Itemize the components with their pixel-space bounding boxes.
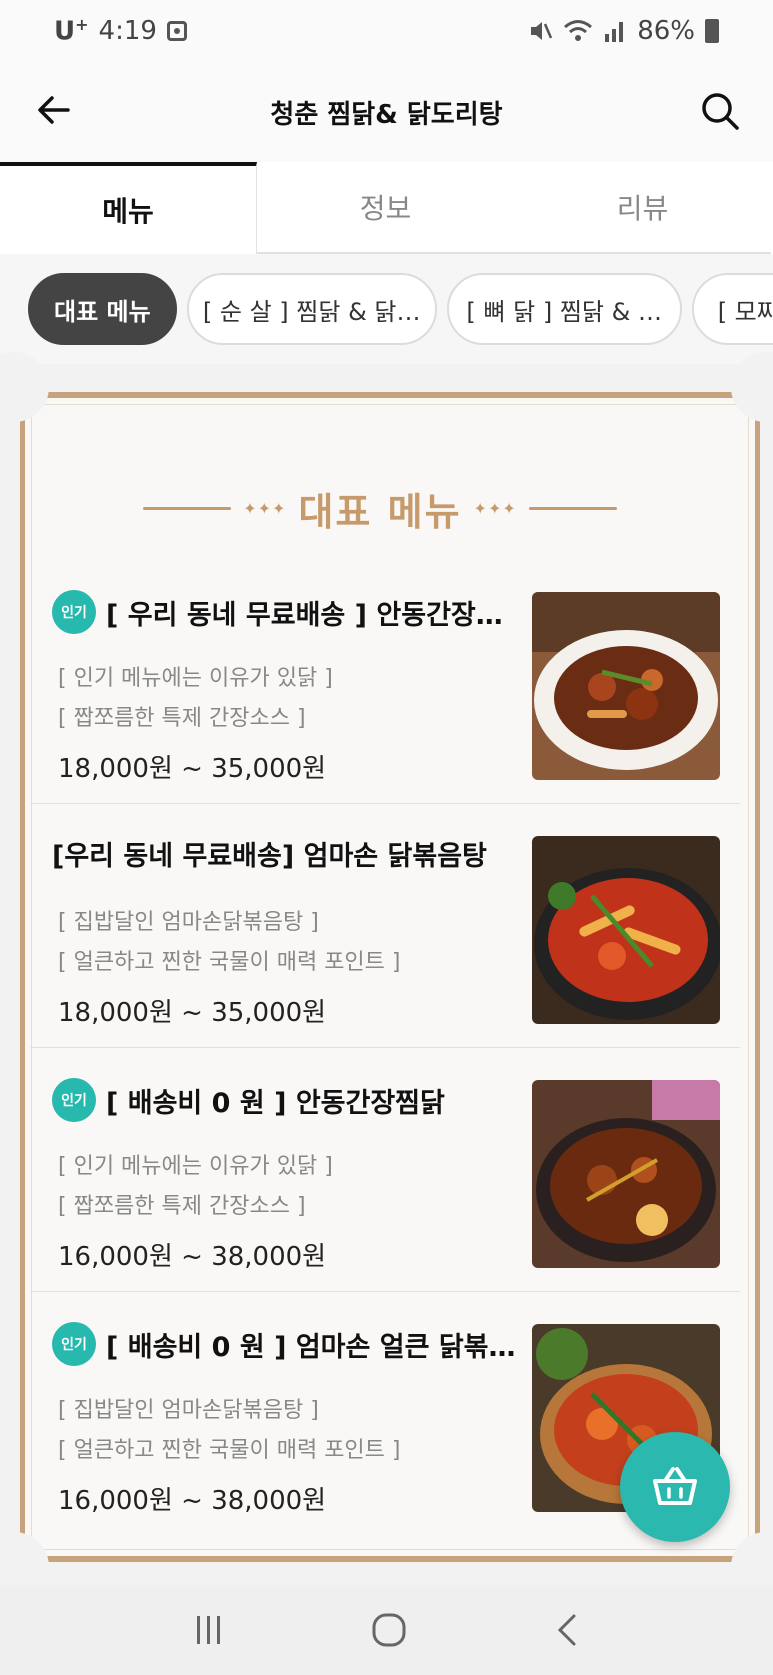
menu-item[interactable]: [우리 동네 무료배송] 엄마손 닭볶음탕 [ 집밥달인 엄마손닭볶음탕 ] […	[30, 804, 740, 1048]
item-description: [ 인기 메뉴에는 이유가 있닭 ]	[58, 666, 333, 691]
item-name: [우리 동네 무료배송] 엄마손 닭볶음탕	[52, 841, 487, 872]
ornament-line	[143, 506, 232, 510]
status-left: U+ 4:19	[54, 15, 187, 47]
app-bar: 청춘 찜닭& 닭도리탕	[0, 62, 773, 162]
recent-apps-icon[interactable]	[191, 1612, 227, 1648]
section-header: ✦✦✦ 대표 메뉴 ✦✦✦	[120, 478, 640, 538]
chip-mozzarella[interactable]: [ 모짜	[691, 273, 773, 345]
item-name: 인기 [ 배송비 0 원 ] 안동간장찜닭	[52, 1078, 522, 1122]
status-right: 86%	[527, 16, 719, 46]
wifi-icon	[564, 20, 593, 41]
item-description: [ 집밥달인 엄마손닭볶음탕 ]	[58, 1398, 319, 1423]
status-time: 4:19	[98, 16, 157, 46]
food-image	[532, 836, 720, 1024]
category-chips: 대표 메뉴 [ 순 살 ] 찜닭 & 닭… [ 뼈 닭 ] 찜닭 & … [ 모…	[0, 254, 773, 364]
basket-icon	[653, 1467, 697, 1505]
status-bar: U+ 4:19 86%	[0, 0, 773, 62]
tab-info[interactable]: 정보	[257, 162, 514, 254]
menu-item[interactable]: 인기 [ 우리 동네 무료배송 ] 안동간장찜닭 [ 인기 메뉴에는 이유가 있…	[30, 560, 740, 804]
ornament-dots: ✦✦✦	[243, 498, 287, 518]
item-description: [ 얼큰하고 찐한 국물이 매력 포인트 ]	[58, 1438, 401, 1463]
item-description: [ 인기 메뉴에는 이유가 있닭 ]	[58, 1154, 333, 1179]
notification-icon	[166, 21, 187, 41]
chip-boneless[interactable]: [ 순 살 ] 찜닭 & 닭…	[186, 273, 437, 345]
nav-back-icon[interactable]	[552, 1612, 582, 1648]
item-price: 18,000원 ~ 35,000원	[58, 998, 327, 1028]
item-description: [ 짭쪼름한 특제 간장소스 ]	[58, 1194, 306, 1219]
popular-badge: 인기	[52, 1078, 96, 1122]
popular-badge: 인기	[52, 590, 96, 634]
back-arrow-icon[interactable]	[34, 90, 74, 130]
item-description: [ 집밥달인 엄마손닭볶음탕 ]	[58, 910, 319, 935]
ornament-line	[528, 506, 617, 510]
carrier-label: U+	[54, 15, 89, 47]
food-image	[532, 1080, 720, 1268]
tab-bar: 메뉴 정보 리뷰	[0, 162, 773, 254]
battery-icon	[705, 19, 719, 43]
ornament-dots: ✦✦✦	[473, 498, 517, 518]
home-icon[interactable]	[369, 1610, 409, 1650]
item-price: 18,000원 ~ 35,000원	[58, 754, 327, 784]
signal-icon	[605, 22, 624, 42]
mute-icon	[531, 22, 553, 40]
chip-signature-menu[interactable]: 대표 메뉴	[28, 273, 177, 345]
item-price: 16,000원 ~ 38,000원	[58, 1242, 327, 1272]
food-image	[532, 592, 720, 780]
menu-item[interactable]: 인기 [ 배송비 0 원 ] 안동간장찜닭 [ 인기 메뉴에는 이유가 있닭 ]…	[30, 1048, 740, 1292]
section-title: 대표 메뉴	[298, 489, 462, 534]
item-name: 인기 [ 배송비 0 원 ] 엄마손 얼큰 닭볶음탕	[52, 1322, 522, 1366]
item-description: [ 짭쪼름한 특제 간장소스 ]	[58, 706, 306, 731]
battery-percent: 86%	[637, 16, 695, 46]
tab-reviews[interactable]: 리뷰	[514, 162, 771, 254]
system-nav-bar	[0, 1585, 773, 1675]
store-title: 청춘 찜닭& 닭도리탕	[270, 99, 503, 130]
item-description: [ 얼큰하고 찐한 국물이 매력 포인트 ]	[58, 950, 401, 975]
chip-bone-in[interactable]: [ 뼈 닭 ] 찜닭 & …	[446, 273, 682, 345]
tab-menu[interactable]: 메뉴	[0, 162, 257, 254]
item-price: 16,000원 ~ 38,000원	[58, 1486, 327, 1516]
cart-button[interactable]	[620, 1432, 730, 1542]
popular-badge: 인기	[52, 1322, 96, 1366]
search-icon[interactable]	[699, 90, 741, 132]
item-name: 인기 [ 우리 동네 무료배송 ] 안동간장찜닭	[52, 590, 522, 634]
